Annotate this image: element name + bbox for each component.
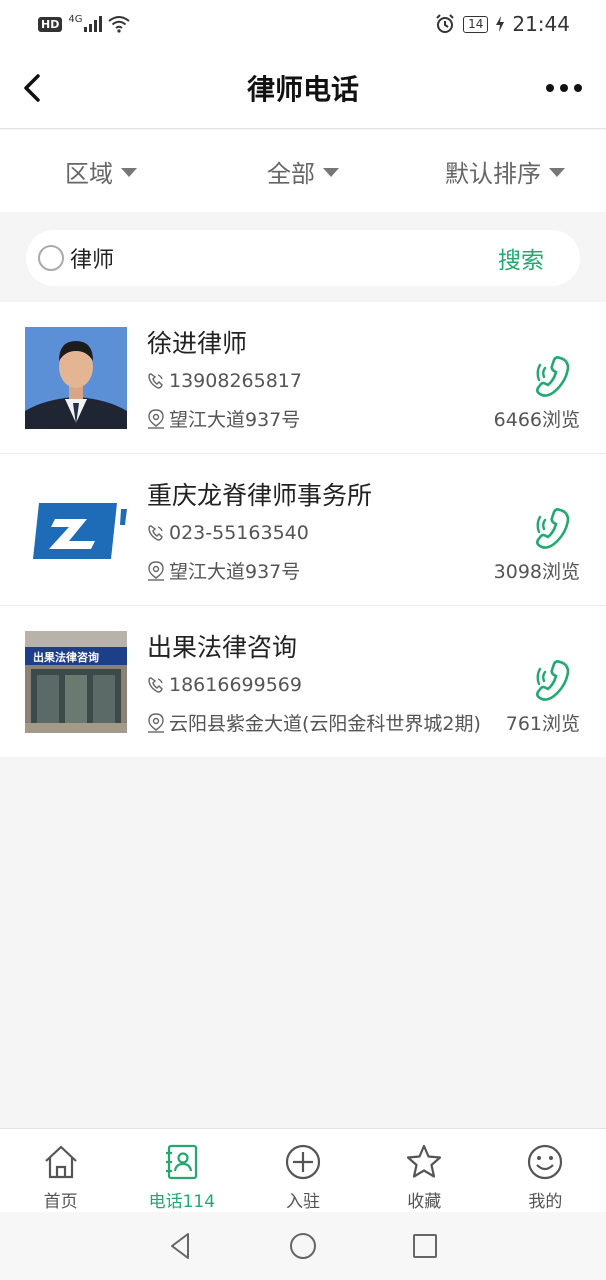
dot-icon [560, 84, 568, 92]
call-button[interactable] [536, 354, 576, 398]
system-back-icon[interactable] [166, 1231, 196, 1261]
smiley-icon [528, 1144, 563, 1180]
filter-label: 默认排序 [445, 159, 541, 188]
caret-down-icon [121, 167, 137, 177]
listing-phone-row: 18616699569 [147, 674, 302, 696]
location-pin-icon [148, 560, 164, 581]
filter-label: 全部 [267, 159, 315, 188]
location-pin-icon [148, 408, 164, 429]
list-item[interactable]: 出果法律咨询 出果法律咨询 18616699569 云阳县紫金大道(云阳金科世界… [0, 606, 606, 757]
filter-category[interactable]: 全部 [202, 154, 404, 189]
filter-bar: 区域 全部 默认排序 [0, 130, 606, 212]
nav-label: 收藏 [407, 1192, 442, 1212]
search-input[interactable] [70, 245, 476, 271]
view-count: 761浏览 [505, 713, 580, 735]
phone-icon [148, 525, 163, 541]
nav-favorites[interactable]: 收藏 [364, 1129, 485, 1212]
call-button[interactable] [536, 506, 576, 550]
list-item[interactable]: 徐进律师 13908265817 望江大道937号 6466浏览 [0, 302, 606, 454]
caret-down-icon [549, 167, 565, 177]
storefront-photo: 出果法律咨询 [25, 631, 127, 733]
bottom-nav: 首页 电话114 入驻 收藏 我的 [0, 1128, 606, 1212]
network-label: 4G [68, 13, 83, 25]
caret-down-icon [323, 167, 339, 177]
signal-icon [84, 16, 103, 32]
firm-logo [25, 479, 127, 581]
app-header: 律师电话 [0, 48, 606, 129]
filter-sort[interactable]: 默认排序 [404, 154, 606, 189]
listing-address-row: 望江大道937号 [147, 405, 300, 432]
listing-address: 望江大道937号 [169, 561, 301, 583]
more-options-button[interactable] [546, 76, 586, 100]
search-button[interactable]: 搜索 [476, 241, 566, 275]
contact-card-icon [165, 1144, 197, 1180]
filter-label: 区域 [65, 159, 113, 188]
filter-region[interactable]: 区域 [0, 154, 202, 189]
status-left: HD 4G [38, 13, 131, 33]
nav-label: 电话114 [148, 1192, 216, 1212]
portrait-photo [25, 327, 127, 429]
wifi-icon [108, 16, 131, 33]
nav-label: 入驻 [286, 1192, 320, 1212]
nav-label: 首页 [43, 1192, 78, 1212]
plus-circle-icon [285, 1144, 321, 1180]
listing-address: 望江大道937号 [169, 409, 301, 431]
listing-name: 出果法律咨询 [147, 633, 298, 662]
listing-name: 徐进律师 [147, 329, 248, 358]
listing-phone: 023-55163540 [169, 522, 309, 544]
nav-profile[interactable]: 我的 [485, 1129, 606, 1212]
status-right: 14 21:44 [435, 12, 570, 36]
home-icon [44, 1145, 77, 1179]
phone-icon [148, 677, 163, 693]
list-item[interactable]: 重庆龙脊律师事务所 023-55163540 望江大道937号 3098浏览 [0, 454, 606, 606]
search-icon [38, 245, 64, 271]
alarm-icon [436, 14, 454, 33]
nav-home[interactable]: 首页 [0, 1129, 121, 1212]
store-sign-text: 出果法律咨询 [33, 651, 99, 664]
listing-address-row: 望江大道937号 [147, 557, 300, 584]
nav-phone[interactable]: 电话114 [121, 1129, 242, 1212]
listing-phone-row: 023-55163540 [147, 522, 309, 544]
page-title: 律师电话 [246, 73, 359, 106]
search-section: 搜索 [0, 212, 606, 302]
status-bar: HD 4G 14 21:44 [0, 0, 606, 48]
view-count: 6466浏览 [493, 409, 580, 431]
system-home-icon[interactable] [288, 1231, 318, 1261]
location-pin-icon [148, 712, 164, 733]
listing-phone: 18616699569 [169, 674, 302, 696]
dot-icon [574, 84, 582, 92]
view-count: 3098浏览 [493, 561, 580, 583]
nav-join[interactable]: 入驻 [242, 1129, 363, 1212]
charging-icon [496, 16, 505, 32]
listing-phone: 13908265817 [169, 370, 302, 392]
listing-address: 云阳县紫金大道(云阳金科世界城2期) [169, 713, 481, 735]
phone-icon [148, 373, 163, 389]
back-button[interactable] [18, 70, 46, 106]
nav-label: 我的 [528, 1192, 563, 1212]
listing-list: 徐进律师 13908265817 望江大道937号 6466浏览 重庆龙脊律师事… [0, 302, 606, 757]
system-recents-icon[interactable] [410, 1231, 440, 1261]
listing-address-row: 云阳县紫金大道(云阳金科世界城2期) [147, 709, 481, 736]
star-icon [407, 1144, 442, 1178]
search-box: 搜索 [26, 230, 580, 286]
listing-phone-row: 13908265817 [147, 370, 302, 392]
hd-badge: HD [38, 16, 63, 32]
clock: 21:44 [512, 12, 570, 36]
battery-indicator: 14 [463, 15, 489, 33]
system-nav [0, 1212, 606, 1280]
listing-name: 重庆龙脊律师事务所 [147, 481, 373, 510]
dot-icon [546, 84, 554, 92]
call-button[interactable] [536, 658, 576, 702]
